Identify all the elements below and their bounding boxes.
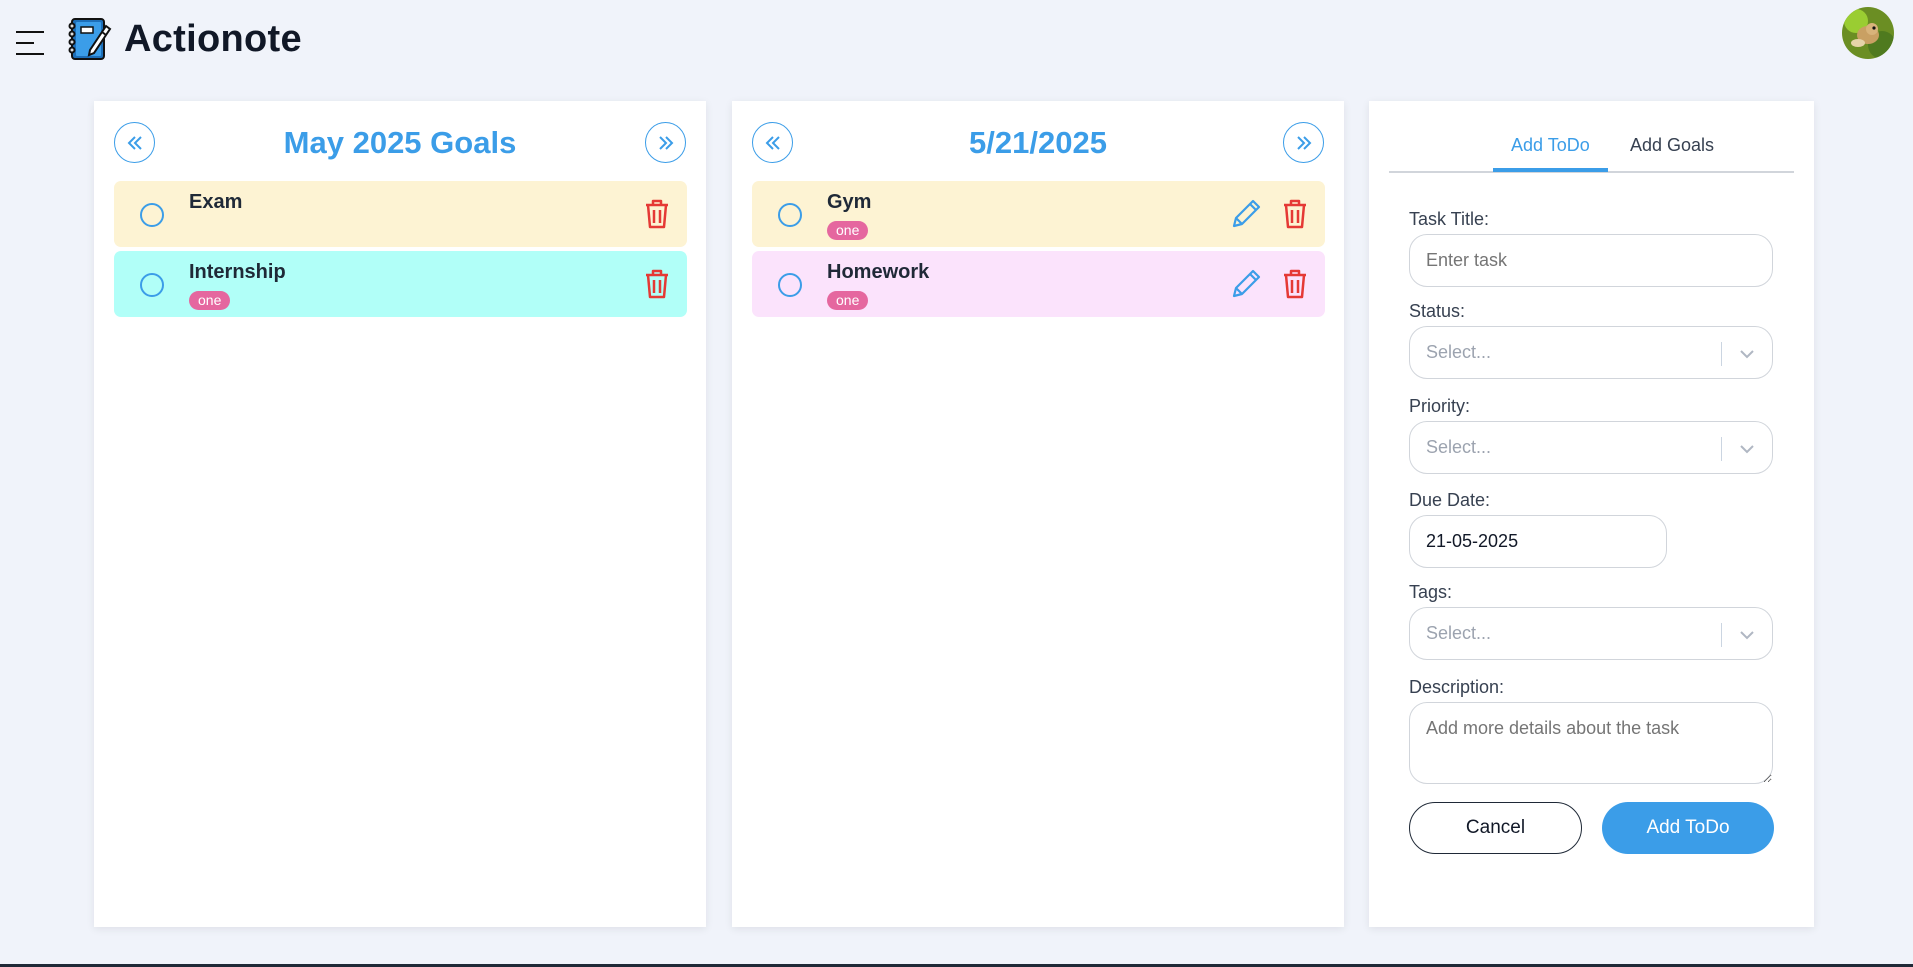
- status-select-value: Select...: [1426, 342, 1492, 362]
- tags-select-value: Select...: [1426, 623, 1492, 643]
- goal-item[interactable]: Internship one: [114, 251, 687, 317]
- tags-select[interactable]: Select...: [1409, 607, 1773, 660]
- todo-name: Homework: [827, 261, 930, 283]
- goal-complete-checkbox[interactable]: [140, 273, 164, 297]
- goals-panel-title: May 2025 Goals: [283, 125, 517, 160]
- todo-complete-checkbox[interactable]: [778, 203, 802, 227]
- next-month-button[interactable]: [645, 122, 686, 163]
- task-title-input[interactable]: [1409, 234, 1773, 287]
- goal-name: Exam: [189, 191, 243, 213]
- trash-icon[interactable]: [643, 268, 671, 300]
- cancel-button[interactable]: Cancel: [1409, 802, 1582, 854]
- due-date-input[interactable]: 21-05-2025: [1409, 515, 1667, 568]
- due-date-label: Due Date:: [1409, 490, 1491, 510]
- double-chevron-right-icon: [1296, 135, 1311, 150]
- goals-panel: May 2025 Goals Exam Internship one: [94, 101, 706, 927]
- priority-select[interactable]: Select...: [1409, 421, 1773, 474]
- add-todo-form-panel: Add ToDo Add Goals Task Title: Status: S…: [1369, 101, 1814, 927]
- select-separator: [1721, 342, 1722, 366]
- tab-add-goals[interactable]: Add Goals: [1630, 135, 1714, 156]
- trash-icon[interactable]: [1281, 198, 1309, 230]
- select-separator: [1721, 623, 1722, 647]
- chevron-down-icon: [1740, 445, 1754, 454]
- tag-badge: one: [827, 291, 869, 310]
- trash-icon[interactable]: [1281, 268, 1309, 300]
- task-title-label: Task Title:: [1409, 209, 1490, 229]
- chevron-down-icon: [1740, 350, 1754, 359]
- todo-item[interactable]: Homework one: [752, 251, 1325, 317]
- chevron-down-icon: [1740, 631, 1754, 640]
- form-tabs: Add ToDo Add Goals: [1389, 101, 1794, 173]
- goal-complete-checkbox[interactable]: [140, 203, 164, 227]
- tag-badge: one: [189, 291, 231, 310]
- todos-panel: 5/21/2025 Gym one Homework one: [732, 101, 1344, 927]
- next-day-button[interactable]: [1283, 122, 1324, 163]
- user-avatar[interactable]: [1842, 7, 1894, 59]
- description-label: Description:: [1409, 677, 1505, 697]
- tab-add-todo[interactable]: Add ToDo: [1493, 135, 1608, 172]
- app-header: Actionote: [0, 0, 1913, 80]
- description-textarea[interactable]: [1409, 702, 1773, 784]
- todo-item[interactable]: Gym one: [752, 181, 1325, 247]
- todos-panel-title: 5/21/2025: [969, 125, 1107, 160]
- goal-item[interactable]: Exam: [114, 181, 687, 247]
- add-todo-button[interactable]: Add ToDo: [1602, 802, 1774, 854]
- tag-badge: one: [827, 221, 869, 240]
- priority-select-value: Select...: [1426, 437, 1492, 457]
- select-separator: [1721, 437, 1722, 461]
- goal-name: Internship: [189, 261, 286, 283]
- todo-complete-checkbox[interactable]: [778, 273, 802, 297]
- hamburger-menu-icon[interactable]: [14, 27, 46, 59]
- pencil-edit-icon[interactable]: [1229, 197, 1263, 231]
- notebook-logo-icon: [68, 18, 112, 60]
- double-chevron-right-icon: [658, 135, 673, 150]
- priority-label: Priority:: [1409, 396, 1471, 416]
- pencil-edit-icon[interactable]: [1229, 267, 1263, 301]
- app-title: Actionote: [124, 18, 302, 60]
- status-label: Status:: [1409, 301, 1466, 321]
- tags-label: Tags:: [1409, 582, 1453, 602]
- todo-name: Gym: [827, 191, 872, 213]
- trash-icon[interactable]: [643, 198, 671, 230]
- status-select[interactable]: Select...: [1409, 326, 1773, 379]
- due-date-value: 21-05-2025: [1426, 531, 1519, 551]
